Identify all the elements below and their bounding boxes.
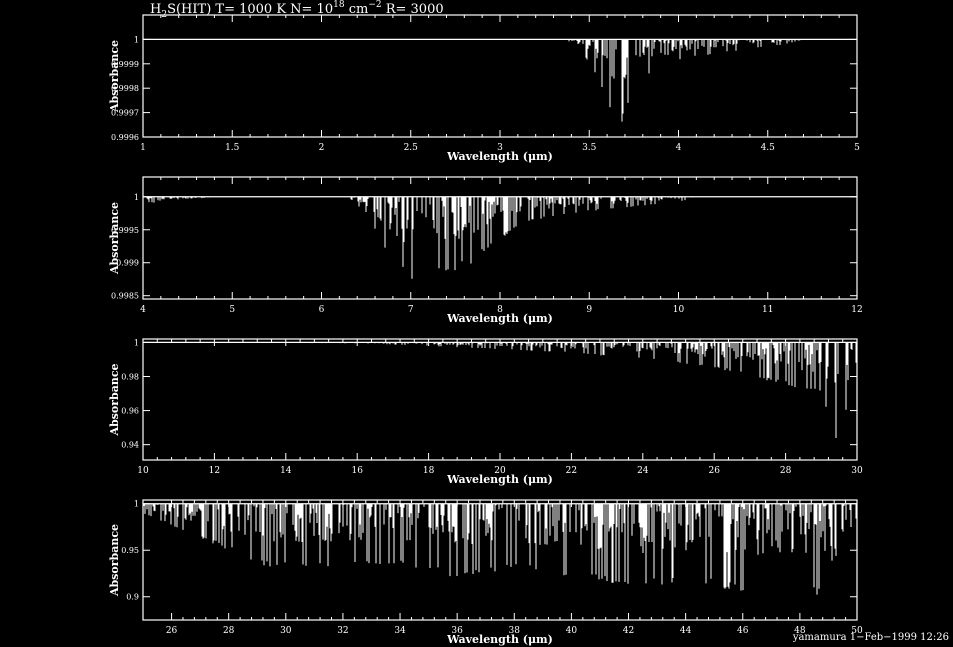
y-tick-label: 0.9985 — [111, 292, 139, 301]
x-tick-label: 26 — [166, 626, 178, 636]
x-tick-label: 34 — [394, 626, 406, 636]
y-axis-label: Absorbance — [108, 524, 121, 597]
absorption-lines — [143, 342, 858, 438]
x-axis-label: Wavelength (μm) — [446, 473, 553, 486]
x-tick-label: 12 — [851, 305, 862, 315]
x-tick-label: 26 — [708, 466, 720, 476]
x-tick-label: 7 — [408, 305, 414, 315]
y-tick-label: 1 — [134, 338, 139, 347]
title-exponent-2: −2 — [368, 0, 381, 10]
x-tick-label: 9 — [586, 305, 592, 315]
x-tick-label: 40 — [566, 626, 578, 636]
x-tick-label: 22 — [566, 466, 577, 476]
x-tick-label: 6 — [319, 305, 325, 315]
y-axis-label: Absorbance — [108, 202, 121, 275]
x-tick-label: 4 — [140, 305, 146, 315]
x-tick-label: 12 — [209, 466, 220, 476]
x-tick-label: 4.5 — [761, 143, 776, 153]
x-tick-label: 1.5 — [225, 143, 240, 153]
chart-panel-1: 1 1.5 2 2.5 3 3.5 4 4.5 50.99960.99970.99980.999… — [108, 14, 860, 163]
x-tick-label: 30 — [851, 466, 863, 476]
x-axis-label: Wavelength (μm) — [446, 633, 553, 646]
x-tick-label: 14 — [280, 466, 292, 476]
y-axis-label: Absorbance — [108, 40, 121, 113]
panels: 1 1.5 2 2.5 3 3.5 4 4.5 50.99960.99970.99980.999… — [108, 14, 863, 646]
x-tick-label: 2.5 — [404, 143, 419, 153]
x-tick-label: 24 — [637, 466, 649, 476]
x-tick-label: 5 — [229, 305, 235, 315]
x-tick-label: 10 — [137, 466, 149, 476]
x-tick-label: 11 — [762, 305, 773, 315]
absorption-lines — [554, 39, 802, 122]
x-tick-label: 5 — [854, 143, 860, 153]
y-tick-label: 1 — [134, 193, 139, 202]
chart-panel-2: 4 5 6 7 8 9 10 11 120.99850.9990.99951Wavelength… — [108, 176, 863, 325]
x-tick-label: 28 — [780, 466, 792, 476]
y-tick-label: 1 — [134, 35, 139, 44]
x-tick-label: 32 — [337, 626, 348, 636]
x-axis-label: Wavelength (μm) — [446, 312, 553, 325]
chart-panel-3: 10 12 14 16 18 20 22 24 26 28 300.940.960.981Wavel… — [108, 338, 863, 486]
spectra-figure: H2S(HIT) T= 1000 K N= 1018 cm−2 R= 3000 … — [108, 0, 949, 646]
x-tick-label: 18 — [423, 466, 435, 476]
y-axis-label: Absorbance — [108, 363, 121, 436]
absorption-lines — [142, 196, 696, 279]
y-tick-label: 0.94 — [121, 441, 139, 450]
plot-frame — [142, 176, 858, 300]
x-tick-label: 30 — [280, 626, 292, 636]
x-tick-label: 1 — [140, 143, 146, 153]
y-tick-label: 0.98 — [121, 372, 139, 381]
x-tick-label: 44 — [680, 626, 692, 636]
x-tick-label: 3.5 — [582, 143, 597, 153]
y-tick-label: 1 — [134, 500, 139, 509]
y-tick-label: 0.95 — [121, 546, 139, 555]
y-tick-label: 0.96 — [121, 407, 139, 416]
x-tick-label: 46 — [737, 626, 749, 636]
x-tick-label: 2 — [319, 143, 325, 153]
x-tick-label: 42 — [623, 626, 634, 636]
y-tick-label: 0.9996 — [111, 133, 139, 142]
footer-credit: yamamura 1−Feb−1999 12:26 — [792, 632, 949, 643]
x-tick-label: 4 — [676, 143, 682, 153]
y-tick-label: 0.9 — [126, 593, 139, 602]
absorption-lines — [143, 503, 857, 595]
x-tick-label: 10 — [673, 305, 685, 315]
x-axis-label: Wavelength (μm) — [446, 150, 553, 163]
x-tick-label: 28 — [223, 626, 235, 636]
x-tick-label: 16 — [351, 466, 363, 476]
plot-frame — [142, 499, 858, 621]
chart-panel-4: 26 28 30 32 34 36 38 40 42 44 46 48 500.90.951Wavele… — [108, 499, 863, 646]
plot-frame — [142, 14, 858, 138]
title-exponent-1: 18 — [333, 0, 345, 10]
figure-title: H2S(HIT) T= 1000 K N= 1018 cm−2 R= 3000 — [150, 0, 444, 20]
